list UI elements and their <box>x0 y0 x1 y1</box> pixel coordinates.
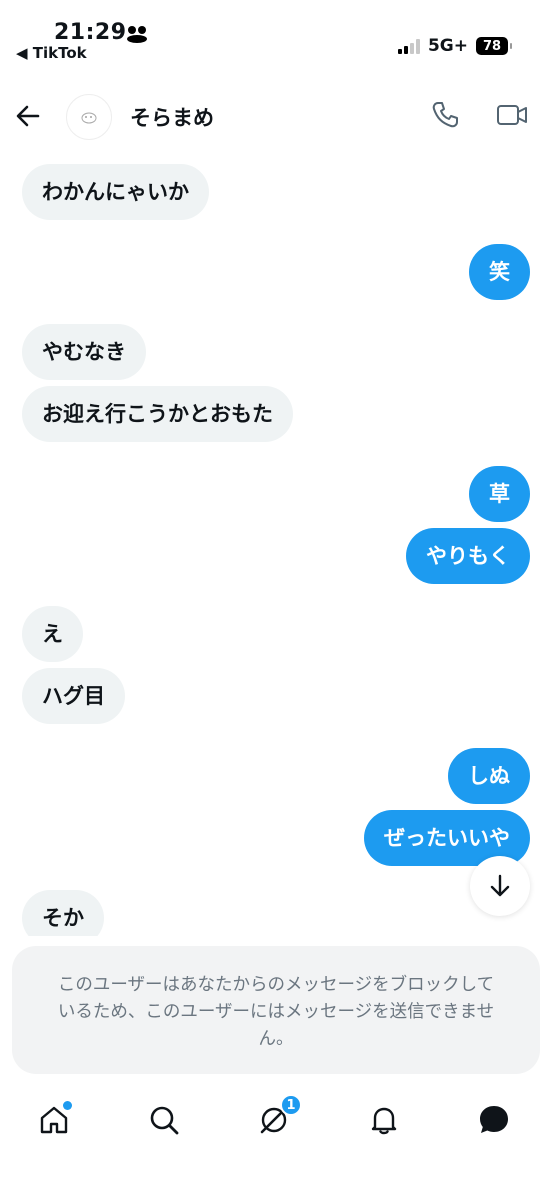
scroll-to-bottom-button[interactable] <box>470 856 530 916</box>
back-to-app-link[interactable]: ◀ TikTok <box>16 44 87 62</box>
received-message[interactable]: ハグ目 <box>22 668 125 724</box>
avatar-sticker-icon <box>81 112 97 124</box>
phone-icon[interactable] <box>430 100 460 130</box>
notifications-icon <box>371 1107 397 1135</box>
messages-icon <box>480 1106 508 1133</box>
received-message[interactable]: え <box>22 606 83 662</box>
status-right: 5G+ 78 <box>397 36 512 56</box>
received-message[interactable]: お迎え行こうかとおもた <box>22 386 293 442</box>
battery-icon: 78 <box>476 37 512 55</box>
sent-message[interactable]: 笑 <box>469 244 530 300</box>
sent-message[interactable]: やりもく <box>406 528 530 584</box>
arrow-down-icon <box>490 874 510 897</box>
home-unread-dot <box>63 1101 72 1110</box>
notice-line: このユーザーはあなたからのメッセージをブロックして <box>57 975 495 995</box>
battery-level: 78 <box>482 38 502 54</box>
signal-icon <box>397 38 420 54</box>
contact-name[interactable]: そらまめ <box>130 102 214 132</box>
grok-badge: 1 <box>280 1094 302 1116</box>
search-icon <box>150 1106 179 1135</box>
avatar[interactable] <box>66 94 112 140</box>
received-message[interactable]: そか <box>22 890 104 936</box>
notice-line: ん。 <box>258 1029 294 1049</box>
sent-message[interactable]: しぬ <box>448 748 530 804</box>
nav-home[interactable] <box>34 1100 74 1140</box>
notice-line: いるため、このユーザーにはメッセージを送信できませ <box>57 1002 495 1022</box>
nav-search[interactable] <box>144 1100 184 1140</box>
video-call-icon[interactable] <box>496 100 528 130</box>
nav-grok[interactable]: 1 <box>254 1094 302 1140</box>
nav-messages[interactable] <box>474 1100 514 1140</box>
status-time: 21:29 <box>54 20 127 45</box>
nav-notifications[interactable] <box>364 1100 404 1140</box>
bottom-nav: 1 <box>0 1088 552 1158</box>
blocked-notice: このユーザーはあなたからのメッセージをブロックして いるため、このユーザーにはメ… <box>12 946 540 1074</box>
network-label: 5G+ <box>427 36 468 56</box>
conversation-header: そらまめ <box>0 86 552 146</box>
back-arrow-icon[interactable] <box>14 102 42 130</box>
activity-icon <box>127 26 147 43</box>
received-message[interactable]: やむなき <box>22 324 146 380</box>
sent-message[interactable]: 草 <box>469 466 530 522</box>
status-bar: 21:29 ◀ TikTok 5G+ 78 <box>0 0 552 70</box>
received-message[interactable]: わかんにゃいか <box>22 164 209 220</box>
message-list[interactable]: わかんにゃいか 笑 やむなき お迎え行こうかとおもた 草 やりもく え ハグ目 … <box>0 150 552 936</box>
